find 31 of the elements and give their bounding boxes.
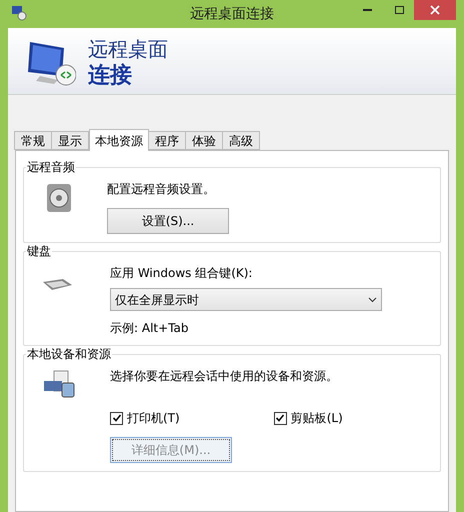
devices-description: 选择你要在远程会话中使用的设备和资源。: [110, 368, 339, 385]
tab[interactable]: 高级: [222, 131, 260, 150]
key-combination-dropdown[interactable]: 仅在全屏显示时: [110, 288, 382, 311]
example-text: 示例: Alt+Tab: [110, 320, 190, 337]
tab[interactable]: 显示: [51, 131, 89, 150]
checkbox-label: 剪贴板(L): [290, 410, 343, 427]
close-button[interactable]: [414, 0, 456, 20]
close-icon: [430, 5, 440, 15]
header-subtitle: 连接: [88, 62, 133, 90]
group-title: 远程音频: [26, 159, 76, 175]
group-title: 本地设备和资源: [26, 346, 112, 362]
tab[interactable]: 常规: [14, 131, 52, 150]
caret-icon: [368, 296, 377, 302]
checkbox[interactable]: [274, 412, 287, 424]
checkmark-icon: [275, 413, 286, 423]
tab[interactable]: 本地资源: [89, 129, 149, 151]
settings-button[interactable]: 设置(S)...: [107, 208, 229, 234]
speaker-icon: [44, 182, 74, 214]
devices-icon: [42, 369, 76, 399]
checkbox[interactable]: [110, 412, 123, 424]
header-title: 远程桌面: [88, 36, 168, 62]
window-title: 远程桌面连接: [190, 4, 274, 24]
audio-description: 配置远程音频设置。: [107, 181, 216, 198]
keyboard-icon: [41, 278, 73, 292]
checkbox-label: 打印机(T): [127, 410, 180, 427]
group-title: 键盘: [26, 243, 52, 259]
monitor-icon: [11, 5, 27, 21]
tab[interactable]: 程序: [148, 131, 186, 150]
checkmark-icon: [112, 413, 122, 423]
tab[interactable]: 体验: [185, 131, 223, 150]
keyboard-label: 应用 Windows 组合键(K):: [110, 265, 254, 282]
